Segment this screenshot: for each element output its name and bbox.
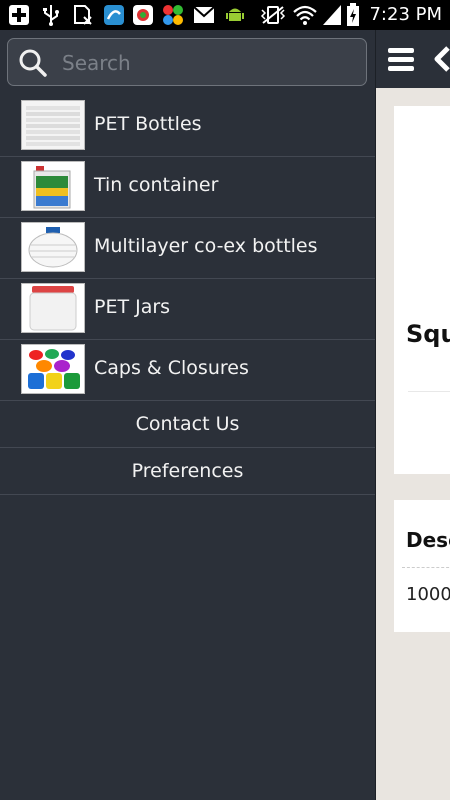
vibrate-mute-icon bbox=[258, 4, 288, 26]
search-box[interactable] bbox=[7, 38, 367, 86]
card-divider bbox=[408, 391, 450, 392]
app-icon-3 bbox=[160, 4, 186, 26]
pet-bottles-thumbnail bbox=[21, 100, 85, 150]
navigation-drawer: PET Bottles Tin container bbox=[0, 30, 376, 800]
menu-item-label: PET Bottles bbox=[94, 113, 202, 135]
back-arrow-icon[interactable] bbox=[432, 44, 450, 74]
usb-icon bbox=[38, 4, 64, 26]
wifi-icon bbox=[291, 4, 319, 26]
menu-icon[interactable] bbox=[386, 44, 416, 74]
status-bar: 7:23 PM bbox=[0, 0, 450, 30]
menu-item-label: Multilayer co-ex bottles bbox=[94, 235, 318, 257]
pet-jar-thumbnail bbox=[21, 283, 85, 333]
sim-blocked-icon bbox=[70, 4, 96, 26]
tin-container-thumbnail bbox=[21, 161, 85, 211]
menu-item-label: Caps & Closures bbox=[94, 357, 249, 379]
signal-icon bbox=[321, 4, 343, 26]
description-value: 1000 bbox=[406, 584, 450, 605]
status-time: 7:23 PM bbox=[369, 4, 442, 25]
description-card: Desc 1000 bbox=[394, 500, 450, 632]
product-title: Squ bbox=[406, 320, 450, 348]
app-icon-1 bbox=[101, 4, 127, 26]
menu-item-pet-bottles[interactable]: PET Bottles bbox=[0, 96, 375, 157]
preferences-link[interactable]: Preferences bbox=[0, 448, 375, 495]
contact-us-link[interactable]: Contact Us bbox=[0, 401, 375, 448]
menu-item-pet-jars[interactable]: PET Jars bbox=[0, 279, 375, 340]
search-icon[interactable] bbox=[18, 48, 48, 78]
gmail-icon bbox=[191, 4, 217, 26]
menu-item-label: Tin container bbox=[94, 174, 219, 196]
main-content: Squ Desc 1000 bbox=[376, 30, 450, 800]
action-bar bbox=[376, 30, 450, 88]
product-card: Squ bbox=[394, 106, 450, 474]
menu-item-tin-container[interactable]: Tin container bbox=[0, 157, 375, 218]
multilayer-bottle-thumbnail bbox=[21, 222, 85, 272]
card-divider bbox=[402, 567, 450, 568]
search-input[interactable] bbox=[60, 49, 354, 77]
add-icon bbox=[6, 4, 32, 26]
category-menu: PET Bottles Tin container Multilayer co-… bbox=[0, 96, 375, 495]
menu-item-multilayer-bottles[interactable]: Multilayer co-ex bottles bbox=[0, 218, 375, 279]
menu-item-label: PET Jars bbox=[94, 296, 171, 318]
description-heading: Desc bbox=[406, 528, 450, 552]
battery-charging-icon bbox=[345, 3, 361, 26]
app-icon-2 bbox=[130, 4, 156, 26]
android-icon bbox=[222, 4, 248, 26]
menu-item-caps-closures[interactable]: Caps & Closures bbox=[0, 340, 375, 401]
caps-thumbnail bbox=[21, 344, 85, 394]
